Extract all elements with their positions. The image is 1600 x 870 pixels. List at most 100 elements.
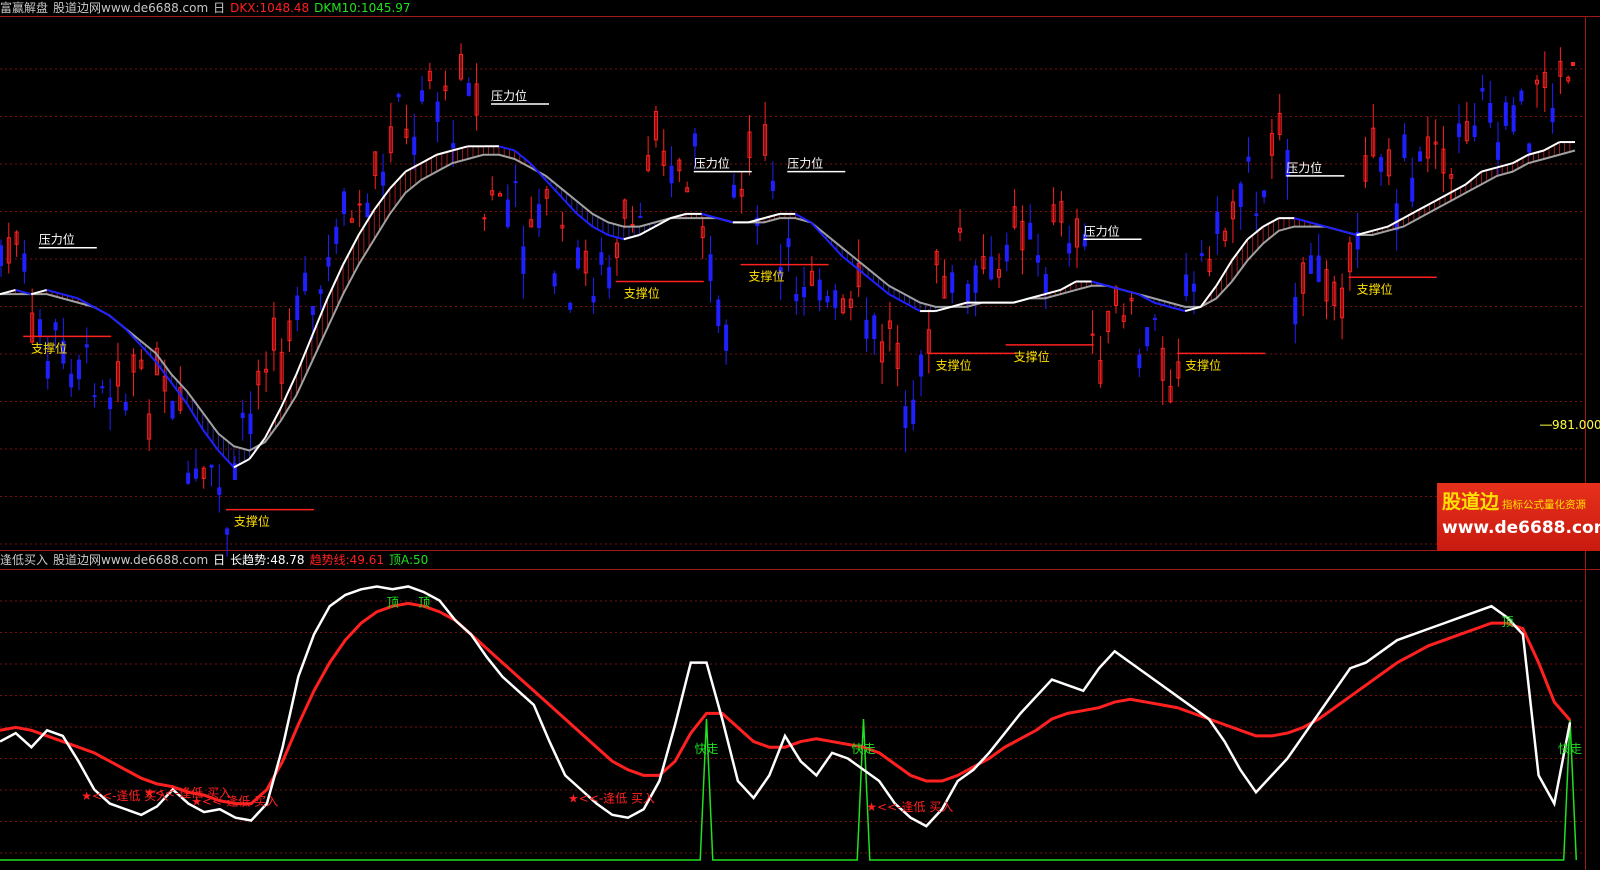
- top-site-label: 股道边网www.de6688.com: [53, 1, 209, 15]
- candle-body: [521, 246, 526, 274]
- dkx-line-segment: [529, 162, 547, 181]
- candle-body: [1043, 274, 1048, 294]
- support-label: 支撑位: [1014, 349, 1050, 364]
- dkx-line-segment: [888, 293, 905, 304]
- candle-body: [84, 344, 89, 348]
- brand-watermark: 股道边 指标公式量化资源 www.de6688.com: [1437, 483, 1600, 551]
- candle-body: [225, 528, 230, 535]
- candle-body: [552, 273, 557, 287]
- dkx-line-segment: [1372, 225, 1389, 232]
- candle-body: [973, 265, 978, 293]
- candle-body: [731, 184, 736, 198]
- candle-body: [989, 256, 994, 280]
- candle-body: [1496, 142, 1501, 160]
- candle-body: [396, 93, 401, 98]
- dkx-line-segment: [1231, 238, 1249, 261]
- top-panel-header: 富赢解盘 股道边网www.de6688.com 日 DKX:1048.48 DKM10:…: [0, 0, 416, 16]
- candle-body: [1503, 102, 1508, 126]
- candle-body: [513, 181, 518, 184]
- candle-body: [864, 319, 869, 339]
- candle-body: [22, 253, 27, 272]
- candle-body: [536, 204, 541, 229]
- candle-body: [193, 468, 198, 479]
- candle-body: [1402, 134, 1407, 158]
- candle-body: [412, 136, 417, 155]
- dkx-line-segment: [420, 153, 438, 165]
- resistance-label: 压力位: [1084, 223, 1120, 238]
- buy-low-signal-label: ★<<-逢低 买入: [191, 795, 278, 809]
- brand-url: www.de6688.com: [1442, 518, 1600, 538]
- dkx-line-segment: [1294, 217, 1311, 224]
- dkx-line-segment: [326, 264, 344, 299]
- dkx-line-segment: [201, 428, 220, 452]
- dkm-line: [0, 149, 1576, 452]
- candle-body: [919, 354, 924, 377]
- dkx-line-segment: [1340, 229, 1357, 236]
- run-signal-label: 快走: [695, 742, 719, 756]
- dkx-line-segment: [623, 234, 640, 241]
- dkx-line-segment: [592, 225, 609, 236]
- candle-body: [1308, 255, 1313, 274]
- candle-body: [1519, 90, 1524, 102]
- candle-body: [37, 319, 42, 336]
- dkx-line-segment: [1122, 288, 1139, 296]
- candle-body: [1152, 317, 1157, 320]
- candle-body: [1379, 157, 1384, 172]
- dkx-line-segment: [389, 170, 407, 190]
- candle-body: [708, 254, 713, 282]
- dkx-line-segment: [1496, 162, 1513, 169]
- bottom-panel-header: 逢低买入 股道边网www.de6688.com 日长趋势:48.78 趋势线:49.6…: [0, 552, 433, 568]
- candle-body: [1215, 211, 1220, 235]
- candle-body: [334, 226, 339, 244]
- dkx-line-segment: [1465, 170, 1483, 186]
- dkx-line-segment: [498, 145, 515, 152]
- candle-body: [1457, 123, 1462, 138]
- dkx-line-segment: [108, 314, 126, 329]
- brand-tagline: 指标公式量化资源: [1502, 499, 1587, 511]
- stock-chart-window: 支撑位 压力位 支撑位 压力位 支撑位 压力位 支撑位 压力位 支撑位 支撑位 压力位 支撑位 压力位支…: [0, 0, 1600, 870]
- max-price-marker: [1571, 62, 1575, 66]
- candle-body: [123, 401, 128, 411]
- dkx-line-segment: [1434, 191, 1451, 203]
- run-signal-label: 快走: [852, 742, 876, 756]
- support-label: 支撑位: [936, 357, 972, 372]
- candle-body: [318, 289, 323, 294]
- chart-canvas[interactable]: 支撑位压力位支撑位压力位支撑位压力位支撑位压力位支撑位支撑位压力位支撑位压力位支…: [0, 0, 1600, 870]
- support-label: 支撑位: [234, 514, 270, 529]
- dkx-line-segment: [576, 213, 594, 228]
- candle-body: [1184, 274, 1189, 297]
- candle-body: [1293, 297, 1298, 325]
- candle-body: [357, 203, 362, 206]
- candle-body: [599, 252, 604, 265]
- long-trend-value: 长趋势:48.78: [230, 553, 305, 567]
- dkx-line-segment: [1543, 141, 1560, 152]
- brand-name: 股道边: [1442, 491, 1500, 513]
- resistance-label: 压力位: [1286, 160, 1322, 175]
- support-label: 支撑位: [31, 340, 67, 355]
- candle-body: [248, 413, 253, 435]
- resistance-label: 压力位: [694, 156, 730, 171]
- candle-body: [69, 373, 74, 388]
- dkx-line-segment: [607, 234, 625, 241]
- candle-body: [1137, 354, 1142, 369]
- candle-body: [802, 287, 807, 298]
- dkx-line-segment: [1059, 280, 1077, 291]
- candle-body: [911, 399, 916, 424]
- support-label: 支撑位: [749, 269, 785, 284]
- candle-body: [100, 386, 105, 389]
- candle-body: [630, 224, 635, 227]
- dkx-line-segment: [638, 225, 656, 236]
- candle-body: [1145, 327, 1150, 347]
- candle-body: [950, 272, 955, 293]
- candle-body: [1418, 151, 1423, 162]
- dkx-line-segment: [93, 305, 110, 317]
- candle-body: [1488, 103, 1493, 123]
- top-signal-label: 顶: [418, 595, 430, 609]
- candle-body: [76, 359, 81, 380]
- candle-body: [716, 299, 721, 327]
- dkx-line-segment: [217, 449, 235, 469]
- candle-body: [669, 165, 674, 184]
- top-period: 日: [213, 1, 226, 15]
- support-label: 支撑位: [1357, 281, 1393, 296]
- candle-body: [0, 245, 3, 266]
